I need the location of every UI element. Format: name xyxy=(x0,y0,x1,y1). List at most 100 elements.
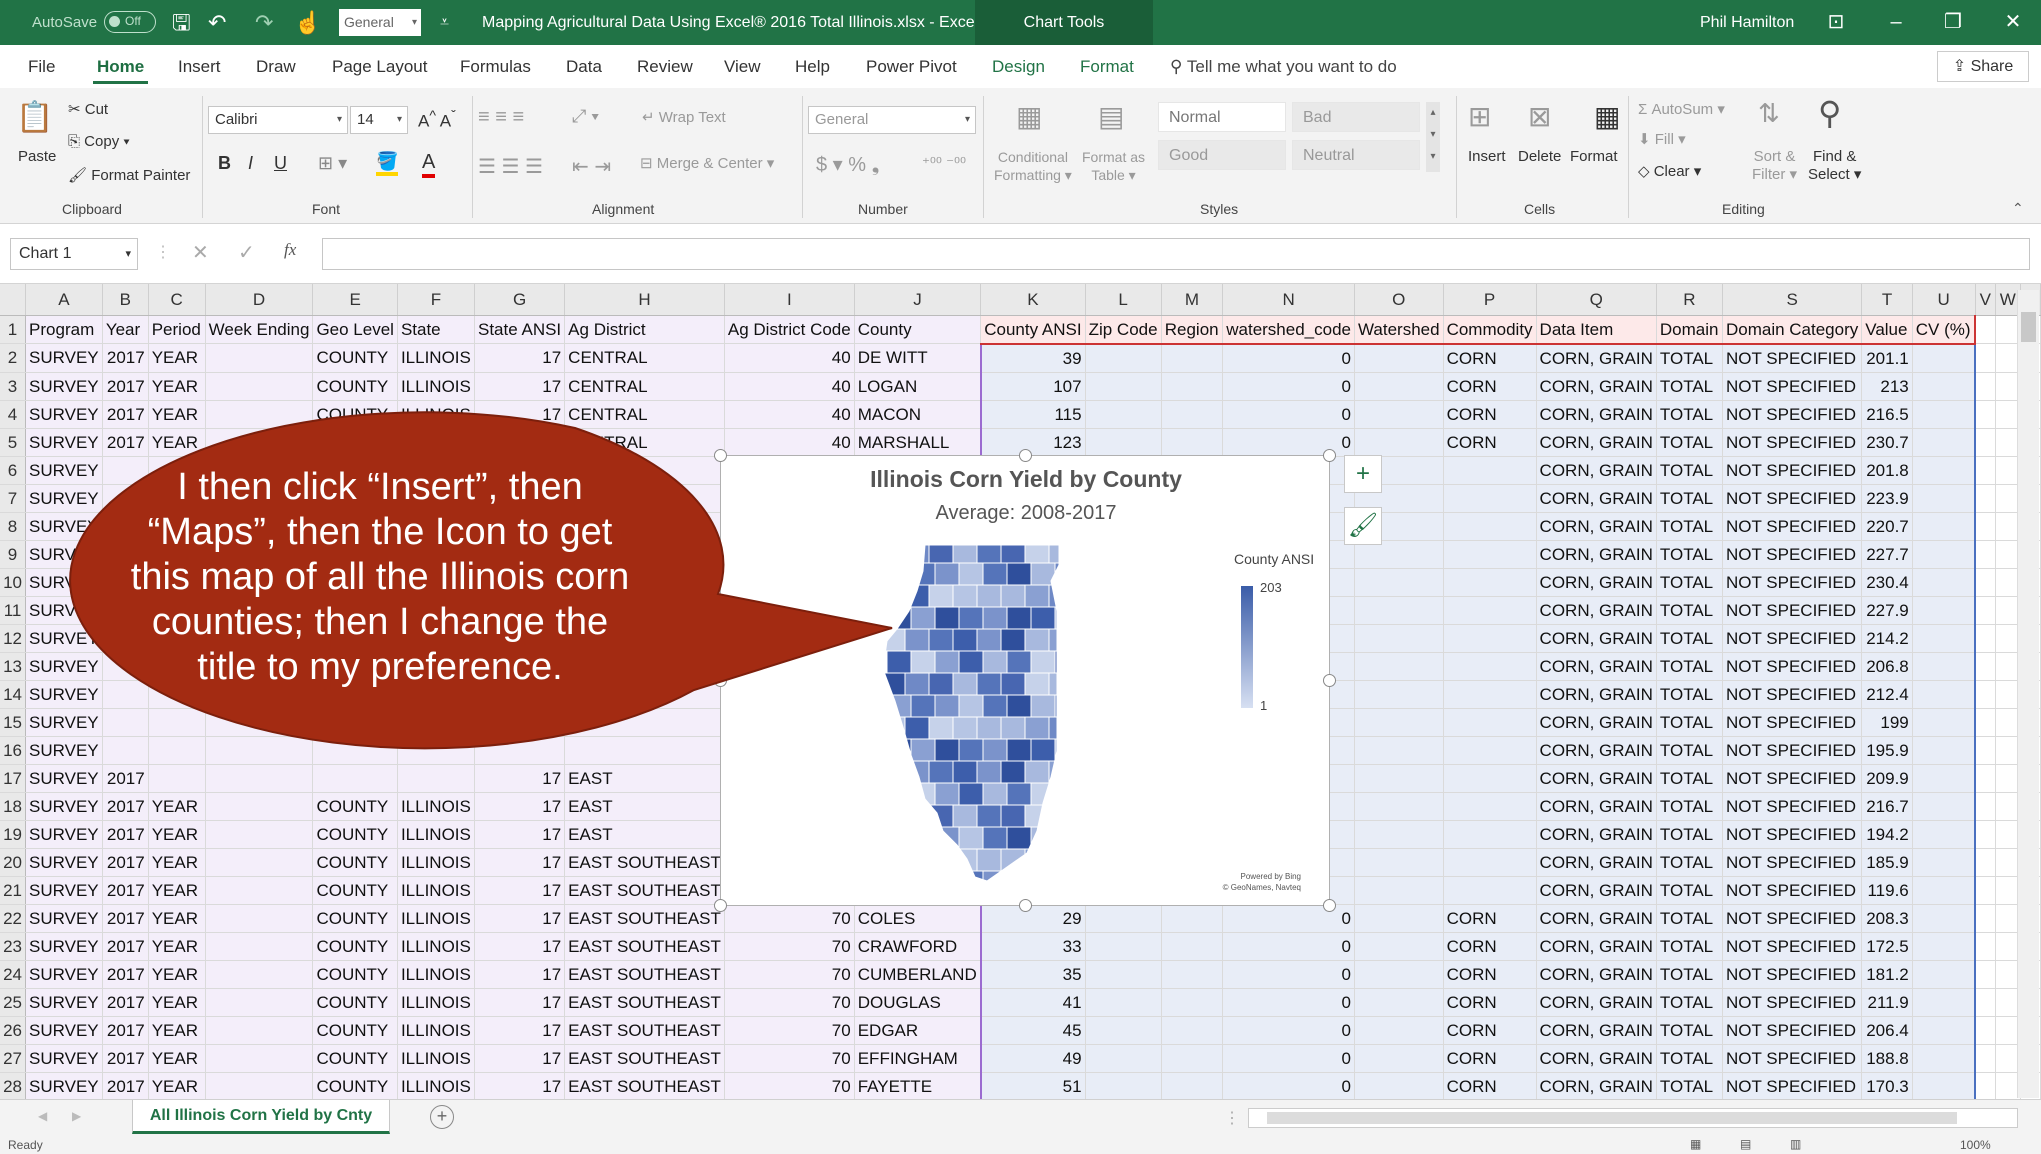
column-header[interactable]: L xyxy=(1085,284,1162,316)
tab-help[interactable]: Help xyxy=(795,45,830,88)
cell[interactable]: CORN, GRAIN xyxy=(1536,624,1657,653)
row-header[interactable]: 13 xyxy=(0,652,27,681)
column-header[interactable]: V xyxy=(1975,284,1996,316)
county-shape[interactable] xyxy=(928,672,954,696)
cell[interactable] xyxy=(1912,708,1977,737)
cell[interactable]: TOTAL xyxy=(1656,624,1723,653)
county-shape[interactable] xyxy=(958,826,984,850)
cell[interactable]: 209.9 xyxy=(1861,764,1913,793)
cell[interactable]: TOTAL xyxy=(1656,904,1723,933)
cell[interactable] xyxy=(1975,568,1996,597)
cell[interactable] xyxy=(1912,568,1977,597)
cell[interactable] xyxy=(1975,315,1996,344)
county-shape[interactable] xyxy=(952,628,978,652)
cell[interactable]: CORN xyxy=(1443,428,1537,457)
row-header[interactable]: 4 xyxy=(0,400,27,429)
format-painter-button[interactable]: 🖌 Format Painter xyxy=(68,166,190,184)
cell[interactable]: EAST xyxy=(564,792,725,821)
county-shape[interactable] xyxy=(1000,584,1026,608)
cell[interactable]: 211.9 xyxy=(1861,988,1913,1017)
cell[interactable]: SURVEY xyxy=(25,680,103,709)
cell[interactable]: 220.7 xyxy=(1861,512,1913,541)
resize-handle[interactable] xyxy=(1323,449,1336,462)
cell[interactable]: 17 xyxy=(474,400,566,429)
cell[interactable]: SURVEY xyxy=(25,932,103,961)
cell[interactable] xyxy=(205,960,314,989)
cell[interactable]: EAST SOUTHEAST xyxy=(564,1072,725,1099)
county-shape[interactable] xyxy=(928,848,954,872)
cell[interactable] xyxy=(1354,932,1444,961)
cell[interactable] xyxy=(1354,372,1444,401)
row-header[interactable]: 10 xyxy=(0,568,27,597)
cell[interactable]: CORN, GRAIN xyxy=(1536,400,1657,429)
county-shape[interactable] xyxy=(952,804,978,828)
row-header[interactable]: 6 xyxy=(0,456,27,485)
row-header[interactable]: 8 xyxy=(0,512,27,541)
cell[interactable] xyxy=(1354,568,1444,597)
align-left-icon[interactable]: ☰ ☰ ☰ xyxy=(478,154,543,179)
cell[interactable] xyxy=(1443,484,1537,513)
cell[interactable] xyxy=(1975,456,1996,485)
cell[interactable] xyxy=(1443,624,1537,653)
cell[interactable]: 17 xyxy=(474,764,566,793)
cell[interactable] xyxy=(1912,596,1977,625)
cell[interactable]: 2017 xyxy=(102,400,149,429)
cell[interactable] xyxy=(1912,736,1977,765)
tab-view[interactable]: View xyxy=(724,45,761,88)
cell[interactable]: EAST SOUTHEAST xyxy=(564,848,725,877)
cell[interactable] xyxy=(148,708,206,737)
cell[interactable]: 2017 xyxy=(102,764,149,793)
cell[interactable]: SURVEY xyxy=(25,343,103,373)
cell[interactable]: Program xyxy=(25,315,103,344)
county-shape[interactable] xyxy=(910,606,936,630)
column-header[interactable]: H xyxy=(564,284,725,316)
cell[interactable]: NOT SPECIFIED xyxy=(1722,848,1863,877)
cell[interactable]: YEAR xyxy=(148,1044,206,1073)
cell[interactable]: 17 xyxy=(474,428,566,457)
cell[interactable]: 49 xyxy=(980,1044,1086,1073)
cancel-icon[interactable]: ✕ xyxy=(192,240,209,265)
cell[interactable] xyxy=(564,708,725,737)
chart-title[interactable]: Illinois Corn Yield by County xyxy=(721,466,1331,493)
cell[interactable] xyxy=(1912,876,1977,905)
save-icon[interactable]: 🖫 xyxy=(172,0,191,45)
cell[interactable] xyxy=(474,736,566,765)
cell[interactable]: EAST SOUTHEAST xyxy=(564,904,725,933)
chart-subtitle[interactable]: Average: 2008-2017 xyxy=(721,502,1331,525)
cell[interactable] xyxy=(1912,652,1977,681)
font-size-box[interactable]: 14 ▾ xyxy=(350,106,408,134)
cell[interactable] xyxy=(102,736,149,765)
county-shape[interactable] xyxy=(886,650,912,674)
row-header[interactable]: 22 xyxy=(0,904,27,933)
county-shape[interactable] xyxy=(1030,870,1056,891)
cell[interactable] xyxy=(1975,792,1996,821)
cell[interactable] xyxy=(1975,932,1996,961)
county-shape[interactable] xyxy=(982,650,1008,674)
cell[interactable]: NOT SPECIFIED xyxy=(1722,652,1863,681)
county-shape[interactable] xyxy=(904,672,930,696)
cell[interactable]: TOTAL xyxy=(1656,568,1723,597)
cell[interactable]: CORN xyxy=(1443,343,1537,373)
cell[interactable] xyxy=(1443,512,1537,541)
format-cells-icon[interactable]: ▦ xyxy=(1594,100,1620,133)
county-shape[interactable] xyxy=(976,584,1002,608)
cell[interactable] xyxy=(1085,988,1162,1017)
county-shape[interactable] xyxy=(1048,848,1073,872)
cell[interactable]: YEAR xyxy=(148,1072,206,1099)
cell[interactable]: NOT SPECIFIED xyxy=(1722,624,1863,653)
county-shape[interactable] xyxy=(934,826,960,850)
cell[interactable] xyxy=(1354,876,1444,905)
column-header[interactable]: D xyxy=(205,284,314,316)
cell[interactable]: ILLINOIS xyxy=(397,932,476,961)
cell[interactable] xyxy=(1912,343,1977,373)
county-shape[interactable] xyxy=(976,760,1002,784)
row-header[interactable]: 17 xyxy=(0,764,27,793)
cell[interactable] xyxy=(1354,988,1444,1017)
cell[interactable]: SURVEY xyxy=(25,708,103,737)
cell[interactable]: 40 xyxy=(724,343,855,373)
county-shape[interactable] xyxy=(934,738,960,762)
cell[interactable]: 2017 xyxy=(102,1044,149,1073)
cell[interactable]: NOT SPECIFIED xyxy=(1722,876,1863,905)
cell[interactable]: CORN, GRAIN xyxy=(1536,680,1657,709)
county-shape[interactable] xyxy=(904,716,930,740)
